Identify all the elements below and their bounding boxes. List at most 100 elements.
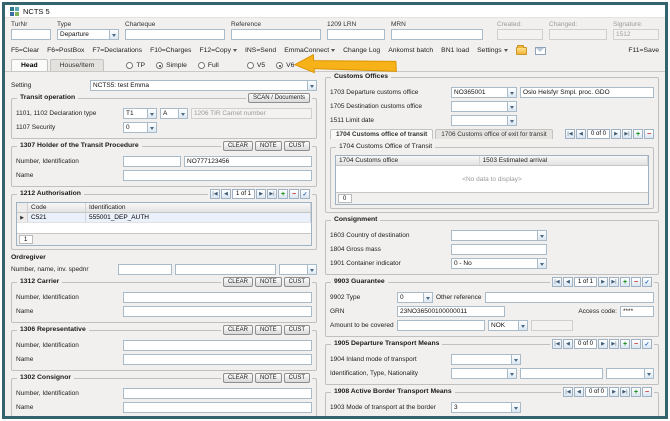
toolbar-item-send[interactable]: INS=Send	[245, 47, 276, 54]
nav-next-icon[interactable]: ▶	[611, 129, 621, 139]
inland-mode-combo[interactable]	[451, 354, 521, 365]
consignor-number-field[interactable]	[123, 388, 312, 399]
nav-delete-icon[interactable]: −	[644, 129, 654, 139]
clear-button[interactable]: CLEAR	[223, 141, 253, 151]
radio-tp[interactable]: TP	[126, 62, 145, 69]
carrier-name-field[interactable]	[123, 306, 312, 317]
toolbar-item-charges[interactable]: F10=Charges	[150, 47, 191, 54]
toolbar-item-postbox[interactable]: F6=PostBox	[47, 47, 84, 54]
type-combo[interactable]: Departure	[57, 29, 119, 40]
radio-v5[interactable]: V5	[247, 62, 265, 69]
dropdown-icon[interactable]	[507, 369, 516, 378]
dropdown-icon[interactable]	[511, 403, 520, 412]
table-row[interactable]: ▶ C521 555001_DEP_AUTH	[17, 213, 311, 223]
nav-endedit-icon[interactable]: ✓	[642, 339, 652, 349]
declaration-sub-combo[interactable]: A	[160, 108, 188, 119]
dropdown-icon[interactable]	[307, 265, 316, 274]
dropdown-icon[interactable]	[507, 102, 516, 111]
guarantee-type-combo[interactable]: 0	[397, 292, 433, 303]
border-mode-combo[interactable]: 3	[451, 402, 521, 413]
column-header-identification[interactable]: Identification	[86, 203, 311, 212]
nav-last-icon[interactable]: ▶|	[622, 129, 632, 139]
dropdown-icon[interactable]	[423, 293, 432, 302]
dropdown-icon[interactable]	[537, 259, 546, 268]
declaration-type-combo[interactable]: T1	[123, 108, 157, 119]
note-button[interactable]: NOTE	[255, 277, 282, 287]
nav-add-icon[interactable]: +	[620, 277, 630, 287]
nav-last-icon[interactable]: ▶|	[609, 339, 619, 349]
nav-next-icon[interactable]: ▶	[598, 277, 608, 287]
limit-date-picker[interactable]	[451, 115, 517, 126]
dropdown-icon[interactable]	[147, 109, 156, 118]
destination-office-combo[interactable]	[451, 101, 517, 112]
lrn-field[interactable]	[327, 29, 385, 40]
dropdown-icon[interactable]	[644, 369, 653, 378]
representative-number-field[interactable]	[123, 340, 312, 351]
nav-delete-icon[interactable]: −	[289, 189, 299, 199]
nav-next-icon[interactable]: ▶	[598, 339, 608, 349]
cust-button[interactable]: CUST	[284, 141, 310, 151]
calendar-dropdown-icon[interactable]	[507, 116, 516, 125]
toolbar-item-declarations[interactable]: F7=Declarations	[92, 47, 142, 54]
nav-prev-icon[interactable]: ◀	[563, 277, 573, 287]
gross-mass-field[interactable]	[451, 244, 547, 255]
toolbar-item-settings[interactable]: Settings	[477, 47, 508, 54]
holder-number-field[interactable]	[123, 156, 181, 167]
ordregiver-number-field[interactable]	[118, 264, 172, 275]
clear-button[interactable]: CLEAR	[223, 277, 253, 287]
dropdown-icon[interactable]	[644, 417, 653, 420]
holder-identification-field[interactable]: NO777123456	[184, 156, 312, 167]
departure-ident-field[interactable]	[520, 368, 603, 379]
nav-endedit-icon[interactable]: ✓	[642, 277, 652, 287]
note-button[interactable]: NOTE	[255, 373, 282, 383]
cust-button[interactable]: CUST	[284, 277, 310, 287]
cust-button[interactable]: CUST	[284, 325, 310, 335]
nav-prev-icon[interactable]: ◀	[563, 339, 573, 349]
dropdown-icon[interactable]	[147, 123, 156, 132]
toolbar-item-emmaconnect[interactable]: EmmaConnect	[284, 47, 335, 54]
toolbar-item-ankomst-batch[interactable]: Ankomst batch	[388, 47, 433, 54]
departure-nationality-combo[interactable]	[606, 368, 654, 379]
nav-first-icon[interactable]: |◀	[210, 189, 220, 199]
border-ident-type-combo[interactable]	[451, 416, 517, 420]
carrier-number-field[interactable]	[123, 292, 312, 303]
departure-ident-type-combo[interactable]	[451, 368, 517, 379]
tab-office-of-transit[interactable]: 1704 Customs office of transit	[330, 129, 433, 139]
border-ident-field[interactable]	[520, 416, 603, 420]
nav-first-icon[interactable]: |◀	[565, 129, 575, 139]
toolbar-item-bn1-load[interactable]: BN1 load	[441, 47, 469, 54]
column-header-office[interactable]: 1704 Customs office	[336, 156, 480, 165]
dropdown-icon[interactable]	[178, 109, 187, 118]
folder-icon[interactable]	[516, 47, 527, 55]
nav-endedit-icon[interactable]: ✓	[300, 189, 310, 199]
security-combo[interactable]: 0	[123, 122, 157, 133]
column-header-arrival[interactable]: 1503 Estimated arrival	[480, 156, 648, 165]
other-reference-field[interactable]	[485, 292, 654, 303]
nav-first-icon[interactable]: |◀	[563, 387, 573, 397]
nav-add-icon[interactable]: +	[631, 387, 641, 397]
nav-delete-icon[interactable]: −	[631, 277, 641, 287]
departure-office-name-field[interactable]: Oslo Helsfyr Smpl. proc. GDO	[520, 87, 654, 98]
dropdown-icon[interactable]	[507, 88, 516, 97]
nav-next-icon[interactable]: ▶	[256, 189, 266, 199]
access-code-field[interactable]: ****	[620, 306, 654, 317]
clear-button[interactable]: CLEAR	[223, 325, 253, 335]
nav-add-icon[interactable]: +	[633, 129, 643, 139]
country-destination-combo[interactable]	[451, 230, 547, 241]
dropdown-icon[interactable]	[307, 81, 316, 90]
nav-first-icon[interactable]: |◀	[552, 339, 562, 349]
currency-combo[interactable]: NOK	[488, 320, 528, 331]
tab-office-of-exit[interactable]: 1706 Customs office of exit for transit	[435, 129, 552, 139]
toolbar-item-clear[interactable]: F5=Clear	[11, 47, 39, 54]
toolbar-item-copy[interactable]: F12=Copy	[199, 47, 237, 54]
nav-next-icon[interactable]: ▶	[609, 387, 619, 397]
toolbar-item-save[interactable]: F11=Save	[628, 47, 659, 54]
radio-full[interactable]: Full	[198, 62, 219, 69]
setting-combo[interactable]: NCTS5: test Emma	[90, 80, 317, 91]
cust-button[interactable]: CUST	[284, 373, 310, 383]
dropdown-icon[interactable]	[518, 321, 527, 330]
dropdown-icon[interactable]	[537, 231, 546, 240]
tab-head[interactable]: Head	[11, 59, 48, 71]
holder-name-field[interactable]	[123, 170, 312, 181]
reference-field[interactable]	[231, 29, 321, 40]
